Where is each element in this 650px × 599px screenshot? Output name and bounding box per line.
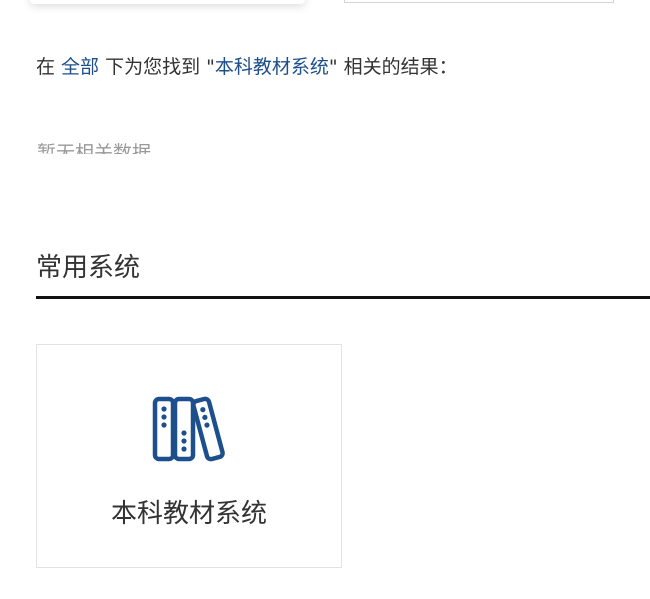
- search-input[interactable]: [344, 0, 614, 3]
- books-icon: [150, 393, 230, 465]
- search-result-summary: 在 全部 下为您找到 "本科教材系统" 相关的结果：: [36, 54, 458, 80]
- system-card-label: 本科教材系统: [110, 499, 267, 529]
- result-suffix: " 相关的结果：: [328, 56, 458, 78]
- system-card-textbook[interactable]: 本科教材系统: [36, 344, 342, 568]
- query-link[interactable]: 本科教材系统: [215, 56, 329, 78]
- section-title: 常用系统: [36, 253, 141, 283]
- no-data-message: 暂无相关数据: [37, 142, 152, 154]
- result-prefix: 在: [36, 56, 62, 78]
- scope-link[interactable]: 全部: [61, 56, 99, 78]
- top-card: [30, 0, 305, 4]
- result-middle: 下为您找到 ": [99, 56, 215, 78]
- section-divider: [36, 296, 650, 299]
- page: 在 全部 下为您找到 "本科教材系统" 相关的结果： 暂无相关数据 常用系统 本…: [0, 0, 650, 599]
